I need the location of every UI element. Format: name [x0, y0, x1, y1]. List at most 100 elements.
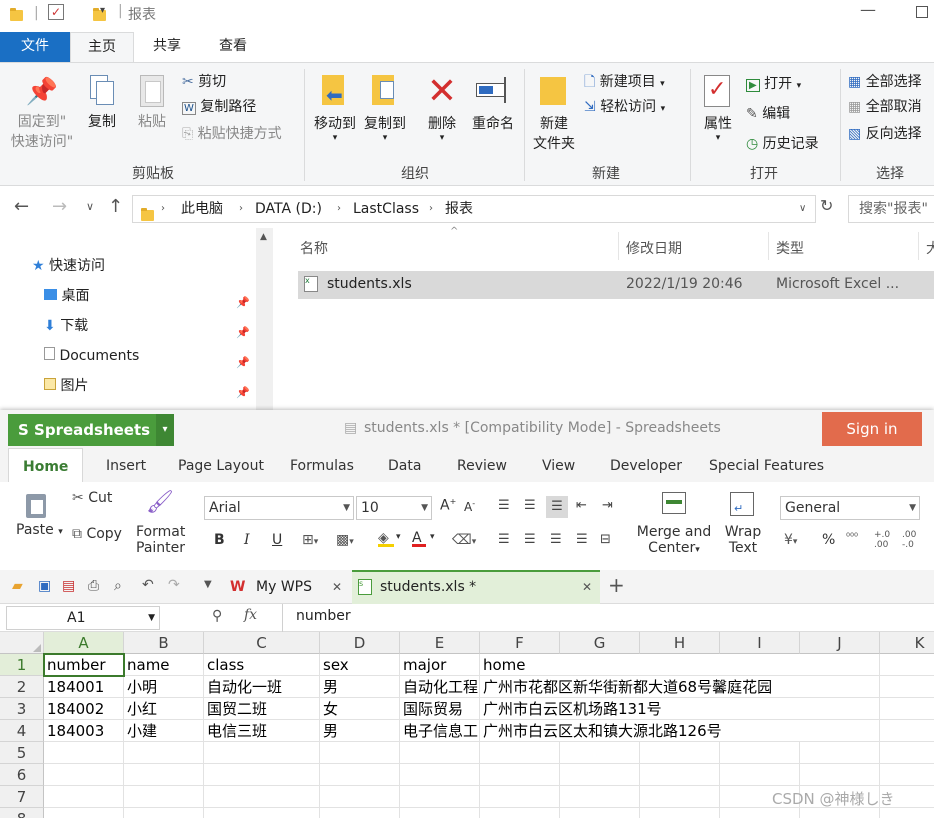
tab-home[interactable]: Home	[8, 448, 84, 482]
cell[interactable]	[880, 676, 934, 698]
cell[interactable]	[800, 808, 880, 818]
fill-color-icon[interactable]: ◈	[378, 530, 394, 547]
cell[interactable]	[320, 742, 400, 764]
copy-button[interactable]: ⧉ Copy	[72, 526, 122, 542]
align-right-icon[interactable]: ☰	[550, 532, 562, 547]
column-header[interactable]: F	[480, 632, 560, 654]
fill-color-dropdown-icon[interactable]: ▾	[396, 532, 401, 542]
cell[interactable]: home	[480, 654, 840, 676]
redo-icon[interactable]: ↷	[168, 577, 180, 593]
cell[interactable]: 广州市花都区新华街新都大道68号馨庭花园	[480, 676, 840, 698]
column-header[interactable]: I	[720, 632, 800, 654]
merge-center-button[interactable]: Merge and Center▾	[634, 490, 714, 556]
underline-icon[interactable]: U	[272, 532, 282, 548]
fill-pattern-icon[interactable]: ▩▾	[336, 532, 354, 548]
column-header[interactable]: J	[800, 632, 880, 654]
cell[interactable]	[880, 808, 934, 818]
cell[interactable]	[204, 786, 320, 808]
name-box[interactable]: A1 ▼	[6, 606, 160, 630]
cell[interactable]	[44, 808, 124, 818]
sign-in-button[interactable]: Sign in	[822, 412, 922, 446]
tab-my-wps[interactable]: W My WPS ✕	[222, 570, 348, 604]
cell[interactable]	[480, 742, 560, 764]
tab-review[interactable]: Review	[457, 448, 507, 482]
row-header[interactable]: 2	[0, 676, 44, 698]
sidebar-scrollbar[interactable]: ▲	[256, 228, 273, 410]
cell[interactable]	[640, 764, 720, 786]
justify-icon[interactable]: ☰	[576, 532, 588, 547]
properties-check-icon[interactable]: ✓	[48, 4, 64, 20]
font-color-dropdown-icon[interactable]: ▾	[430, 532, 435, 542]
tab-students-xls[interactable]: s students.xls * ✕	[352, 570, 600, 604]
increase-indent-icon[interactable]: ⇥	[602, 498, 613, 513]
align-left-icon[interactable]: ☰	[498, 532, 510, 547]
cell[interactable]: 广州市白云区太和镇大源北路126号	[480, 720, 840, 742]
easy-access-button[interactable]: ⇲ 轻松访问 ▾	[584, 96, 665, 116]
breadcrumb[interactable]: › 此电脑 › DATA (D:) › LastClass › 报表 ∨	[132, 195, 816, 223]
cell[interactable]	[880, 698, 934, 720]
row-header[interactable]: 1	[0, 654, 44, 676]
history-button[interactable]: ◷ 历史记录	[746, 133, 819, 153]
cell[interactable]: 女	[320, 698, 400, 720]
cell[interactable]	[204, 808, 320, 818]
zoom-search-icon[interactable]: ⚲	[212, 608, 222, 624]
increase-font-size-icon[interactable]: A+	[440, 497, 456, 514]
delete-button[interactable]: ✕ 删除 ▾	[422, 71, 462, 143]
align-center-icon[interactable]: ☰	[524, 532, 536, 547]
select-none-button[interactable]: ▦ 全部取消	[848, 96, 922, 116]
search-input[interactable]: 搜索"报表"	[848, 195, 934, 223]
open-button[interactable]: ▶ 打开 ▾	[746, 73, 801, 93]
copy-button[interactable]: 复制	[82, 73, 122, 131]
cell[interactable]	[320, 764, 400, 786]
font-size-select[interactable]: 10 ▼	[356, 496, 432, 520]
cell[interactable]: 国贸二班	[204, 698, 320, 720]
cell[interactable]: 广州市白云区机场路131号	[480, 698, 840, 720]
increase-decimal-icon[interactable]: +.0.00	[874, 530, 890, 550]
undo-icon[interactable]: ↶	[142, 577, 154, 593]
cut-button[interactable]: ✂ Cut	[72, 490, 112, 506]
cell[interactable]	[720, 742, 800, 764]
sidebar-item-downloads[interactable]: ⬇ 下载 📌	[44, 312, 254, 340]
cell[interactable]	[640, 786, 720, 808]
app-menu-button[interactable]: S Spreadsheets ▾	[8, 414, 174, 446]
decrease-font-size-icon[interactable]: A-	[464, 499, 475, 514]
thousands-separator-icon[interactable]: ⁰⁰⁰	[846, 532, 858, 543]
cell[interactable]: 小红	[124, 698, 204, 720]
pin-quick-access-button[interactable]: 📌 固定到" 快速访问"	[6, 73, 78, 151]
print-icon[interactable]: ⎙	[88, 578, 99, 594]
number-format-select[interactable]: General ▼	[780, 496, 920, 520]
file-row[interactable]: x students.xls 2022/1/19 20:46 Microsoft…	[298, 271, 934, 299]
decrease-decimal-icon[interactable]: .00 -.0	[902, 530, 916, 550]
cell[interactable]	[400, 808, 480, 818]
clear-format-icon[interactable]: ⌫▾	[452, 532, 476, 548]
cell[interactable]: sex	[320, 654, 400, 676]
column-header-type[interactable]: 类型	[776, 238, 804, 258]
paste-button[interactable]: 粘贴	[132, 73, 172, 131]
cell[interactable]	[560, 742, 640, 764]
tab-formulas[interactable]: Formulas	[290, 448, 354, 482]
align-top-icon[interactable]: ☰	[498, 498, 510, 513]
cell[interactable]	[720, 808, 800, 818]
up-arrow-icon[interactable]: ↑	[108, 196, 123, 217]
cell[interactable]: 国际贸易	[400, 698, 480, 720]
column-header[interactable]: D	[320, 632, 400, 654]
tab-home[interactable]: 主页	[70, 32, 134, 62]
column-header-modified[interactable]: 修改日期	[626, 238, 682, 258]
row-header[interactable]: 6	[0, 764, 44, 786]
new-tab-plus-icon[interactable]: +	[608, 573, 625, 597]
row-header[interactable]: 4	[0, 720, 44, 742]
column-header[interactable]: E	[400, 632, 480, 654]
paste-shortcut-button[interactable]: ⎘ 粘贴快捷方式	[182, 123, 282, 143]
column-header[interactable]: A	[44, 632, 124, 654]
cell[interactable]	[124, 786, 204, 808]
insert-function-icon[interactable]: fx	[244, 607, 257, 623]
row-header[interactable]: 3	[0, 698, 44, 720]
cell[interactable]	[320, 786, 400, 808]
borders-icon[interactable]: ⊞▾	[302, 532, 318, 548]
scroll-up-icon[interactable]: ▲	[260, 232, 267, 242]
cell[interactable]	[560, 764, 640, 786]
cell[interactable]	[880, 742, 934, 764]
copy-path-button[interactable]: W 复制路径	[182, 96, 256, 116]
cell[interactable]: 自动化工程	[400, 676, 480, 698]
properties-button[interactable]: ✓ 属性 ▾	[696, 71, 740, 143]
